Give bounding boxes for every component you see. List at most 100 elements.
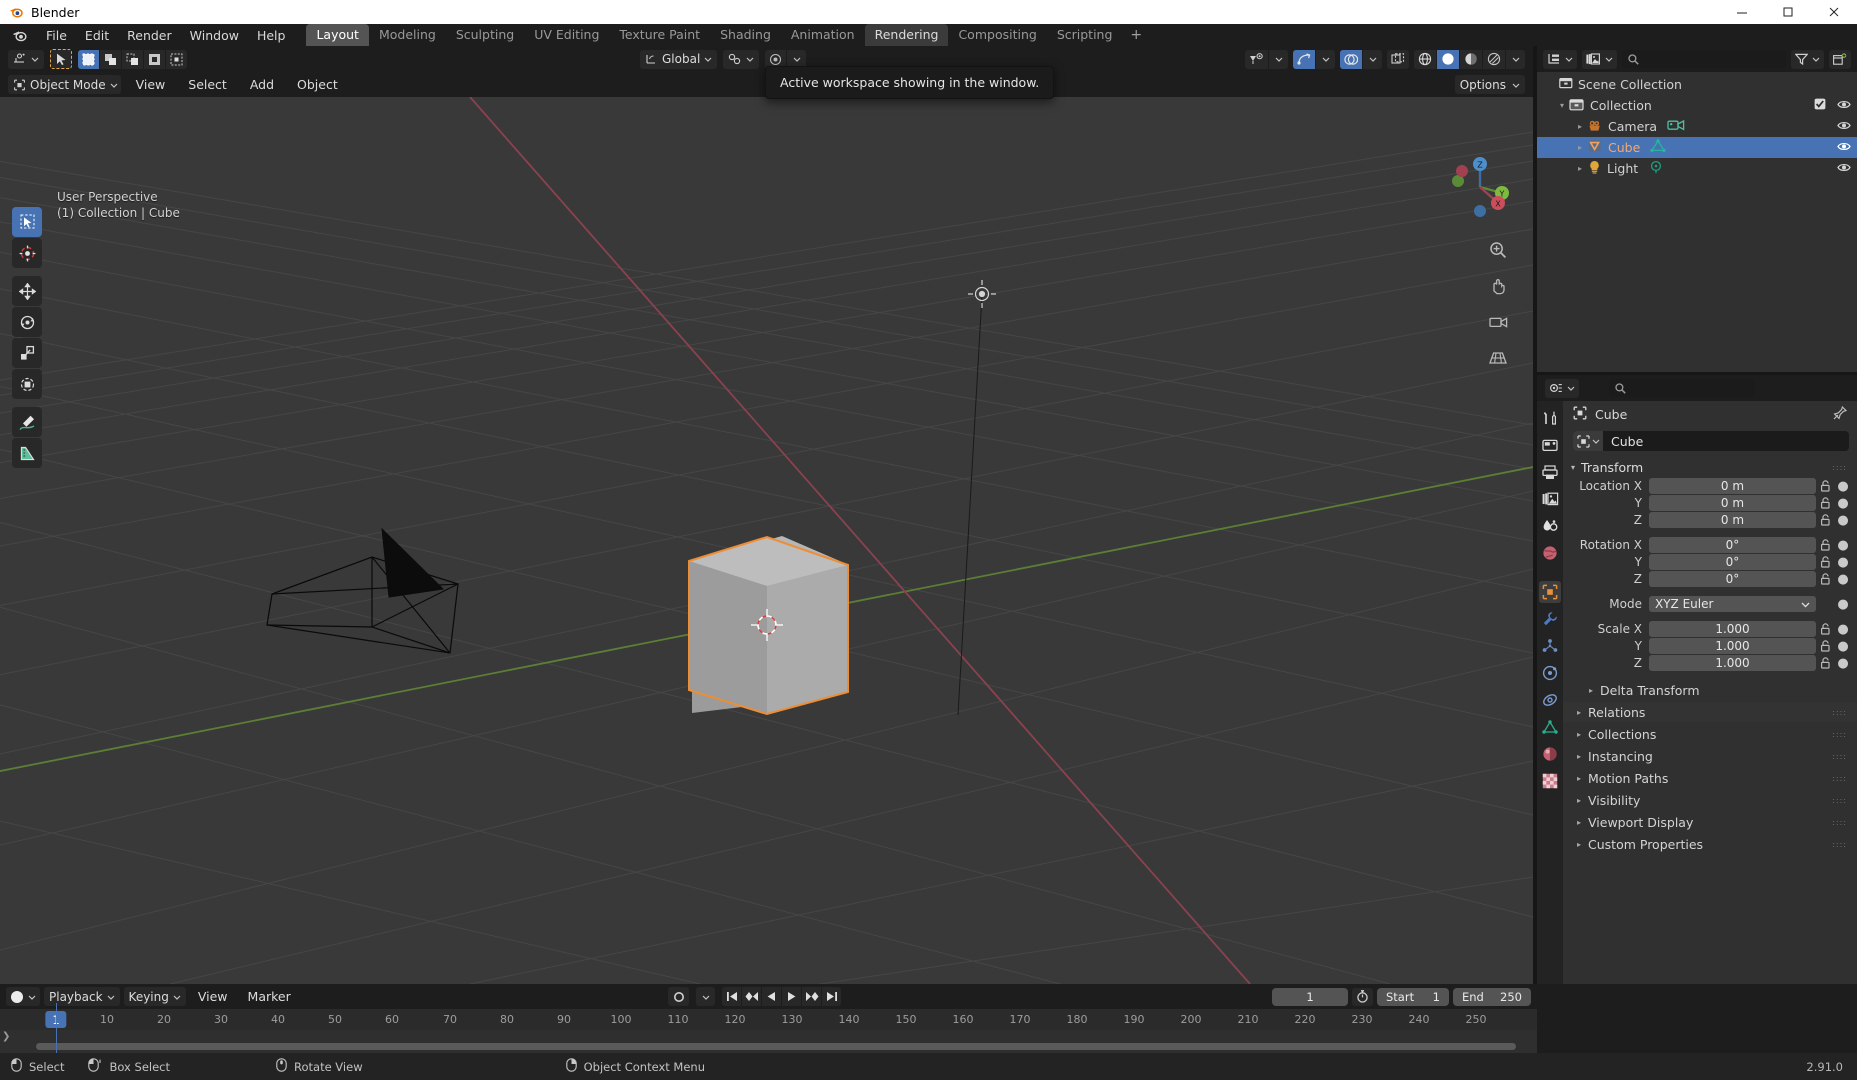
object-name-value[interactable]: Cube [1603, 434, 1643, 449]
expander-icon[interactable]: ▸ [1589, 686, 1593, 695]
rotation-z-field[interactable]: 0° [1649, 571, 1816, 587]
workspace-tab-shading[interactable]: Shading [710, 24, 781, 46]
cube-expander-icon[interactable]: ▸ [1573, 143, 1587, 152]
rotation-x-field[interactable]: 0° [1649, 537, 1816, 553]
add-workspace-button[interactable]: + [1122, 26, 1150, 44]
next-keyframe-button[interactable] [802, 987, 821, 1006]
animate-property-dot[interactable]: ● [1835, 639, 1851, 654]
outliner-row-scene-collection[interactable]: Scene Collection [1537, 74, 1857, 95]
lock-icon[interactable] [1816, 514, 1835, 526]
panel-collections[interactable]: ▸ Collections :::: [1563, 724, 1857, 744]
select-invert-button[interactable] [144, 49, 165, 69]
expander-icon[interactable]: ▸ [1577, 730, 1581, 739]
animate-property-dot[interactable]: ● [1835, 656, 1851, 671]
visibility-dropdown[interactable] [1269, 49, 1288, 69]
toggle-perspective-icon[interactable] [1485, 345, 1511, 371]
expander-icon[interactable]: ▸ [1577, 840, 1581, 849]
tool-measure[interactable] [12, 438, 42, 468]
camera-data-icon[interactable] [1667, 118, 1685, 135]
panel-motion-paths[interactable]: ▸ Motion Paths :::: [1563, 768, 1857, 788]
camera-expander-icon[interactable]: ▸ [1573, 122, 1587, 131]
start-frame-field[interactable]: Start 1 [1377, 987, 1449, 1006]
lock-icon[interactable] [1816, 539, 1835, 551]
outliner-search-input[interactable] [1622, 50, 1786, 68]
play-reverse-button[interactable] [762, 987, 781, 1006]
tool-annotate[interactable] [12, 407, 42, 437]
overlays-dropdown[interactable] [1363, 49, 1382, 69]
panel-viewport-display[interactable]: ▸ Viewport Display :::: [1563, 812, 1857, 832]
show-gizmo-button[interactable] [1293, 49, 1315, 69]
menu-window[interactable]: Window [181, 26, 248, 45]
properties-tab-object-data[interactable] [1539, 716, 1561, 738]
expander-icon[interactable]: ▸ [1577, 774, 1581, 783]
properties-tab-texture[interactable] [1539, 770, 1561, 792]
eye-icon[interactable] [1837, 98, 1851, 113]
minimize-button[interactable] [1719, 0, 1765, 24]
select-subtract-button[interactable] [122, 49, 143, 69]
zoom-view-icon[interactable] [1485, 237, 1511, 263]
menu-file[interactable]: File [37, 26, 76, 45]
eye-icon[interactable] [1837, 161, 1851, 176]
rendered-shading-button[interactable] [1483, 49, 1505, 69]
object-mode-dropdown[interactable]: Object Mode [8, 75, 121, 94]
viewport-menu-add[interactable]: Add [242, 75, 282, 94]
workspace-tab-sculpting[interactable]: Sculpting [446, 24, 524, 46]
lock-icon[interactable] [1816, 657, 1835, 669]
eye-icon[interactable] [1837, 119, 1851, 134]
outliner-row-cube[interactable]: ▸ Cube [1537, 137, 1857, 158]
object-name-field[interactable]: Cube [1573, 431, 1849, 451]
current-frame-field[interactable]: 1 [1272, 987, 1348, 1006]
outliner-editor[interactable]: Scene Collection ▾ Collection ▸ Camera ▸… [1537, 46, 1857, 372]
location-z-field[interactable]: 0 m [1649, 512, 1816, 528]
outliner-row-camera[interactable]: ▸ Camera [1537, 116, 1857, 137]
tool-transform[interactable] [12, 369, 42, 399]
properties-tab-tool[interactable] [1539, 407, 1561, 429]
location-x-field[interactable]: 0 m [1649, 478, 1816, 494]
timeline-menu-view[interactable]: View [190, 987, 236, 1006]
panel-custom-properties[interactable]: ▸ Custom Properties :::: [1563, 834, 1857, 854]
lock-icon[interactable] [1816, 573, 1835, 585]
light-data-icon[interactable] [1648, 160, 1664, 177]
expander-icon[interactable]: ▸ [1577, 752, 1581, 761]
object-datablock-icon[interactable] [1573, 431, 1603, 451]
outliner-editor-type-selector[interactable] [1543, 49, 1577, 69]
location-y-field[interactable]: 0 m [1649, 495, 1816, 511]
snapping-dropdown[interactable] [723, 49, 760, 69]
lock-icon[interactable] [1816, 480, 1835, 492]
wireframe-shading-button[interactable] [1414, 49, 1436, 69]
3d-viewport[interactable]: Global Object Mode View Select Add Objec… [0, 46, 1533, 984]
properties-tab-physics[interactable] [1539, 662, 1561, 684]
delta-transform-subpanel[interactable]: ▸ Delta Transform [1563, 680, 1857, 700]
material-preview-shading-button[interactable] [1460, 49, 1482, 69]
panel-collapse-icon[interactable]: ▾ [1571, 463, 1575, 472]
shading-dropdown[interactable] [1506, 49, 1525, 69]
viewport-canvas[interactable]: User Perspective (1) Collection | Cube Z… [0, 97, 1533, 984]
viewport-menu-select[interactable]: Select [180, 75, 235, 94]
timeline-expand-arrow-icon[interactable]: ❯ [2, 1031, 10, 1042]
animate-property-dot[interactable]: ● [1835, 597, 1851, 612]
tool-cursor[interactable] [12, 238, 42, 268]
panel-instancing[interactable]: ▸ Instancing :::: [1563, 746, 1857, 766]
blender-logo-icon[interactable] [12, 29, 27, 42]
mesh-data-icon[interactable] [1650, 139, 1666, 156]
panel-visibility[interactable]: ▸ Visibility :::: [1563, 790, 1857, 810]
outliner-filter-dropdown[interactable] [1791, 49, 1824, 69]
camera-view-icon[interactable] [1485, 309, 1511, 335]
timeline-playhead[interactable] [56, 1003, 57, 1053]
properties-tab-object[interactable] [1539, 581, 1561, 603]
workspace-tab-rendering[interactable]: Rendering [864, 24, 949, 46]
eye-icon[interactable] [1837, 140, 1851, 155]
lock-icon[interactable] [1816, 497, 1835, 509]
properties-tab-render[interactable] [1539, 434, 1561, 456]
close-button[interactable] [1811, 0, 1857, 24]
panel-relations[interactable]: ▸ Relations :::: [1563, 702, 1857, 722]
checkbox-icon[interactable] [1814, 98, 1826, 113]
viewport-options-dropdown[interactable]: Options [1454, 75, 1525, 94]
scale-z-field[interactable]: 1.000 [1649, 655, 1816, 671]
animate-property-dot[interactable]: ● [1835, 513, 1851, 528]
workspace-tab-animation[interactable]: Animation [781, 24, 865, 46]
timeline-track-area[interactable] [0, 1030, 1537, 1053]
animate-property-dot[interactable]: ● [1835, 555, 1851, 570]
tool-rotate[interactable] [12, 307, 42, 337]
rotation-y-field[interactable]: 0° [1649, 554, 1816, 570]
